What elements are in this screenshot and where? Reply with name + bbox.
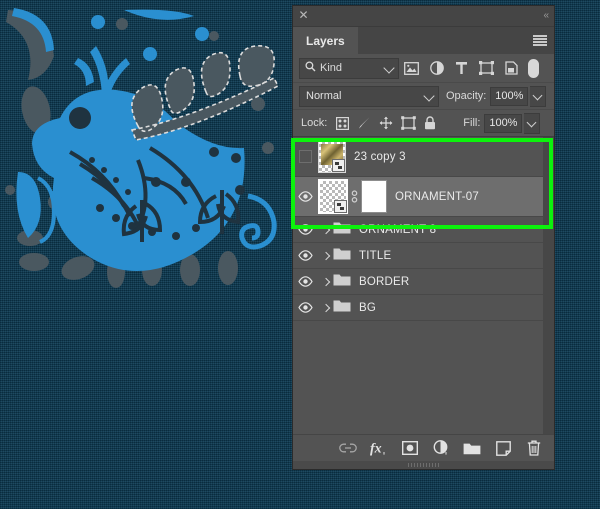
opacity-input[interactable]: 100%: [490, 86, 529, 106]
opacity-label: Opacity:: [446, 90, 487, 102]
filter-enable-toggle[interactable]: [528, 58, 539, 78]
layer-style-button[interactable]: fx: [369, 438, 389, 458]
layer-filter-bar: Kind: [293, 54, 554, 83]
visibility-toggle-visible[interactable]: [293, 243, 318, 268]
folder-icon: [333, 220, 351, 239]
folder-icon: [333, 246, 351, 265]
group-expand-arrow[interactable]: [318, 225, 333, 234]
chevron-right-icon: [321, 303, 330, 312]
fill-label: Fill:: [463, 117, 481, 129]
panel-menu-icon[interactable]: [533, 35, 547, 46]
lock-position-button[interactable]: [375, 113, 397, 133]
eye-icon: [298, 302, 313, 313]
delete-layer-button[interactable]: [524, 438, 544, 458]
svg-text:fx: fx: [370, 442, 382, 457]
link-layers-button[interactable]: [338, 438, 358, 458]
layer-row-title[interactable]: TITLE: [293, 243, 554, 269]
lock-artboard-nesting-button[interactable]: [397, 113, 419, 133]
visibility-toggle-visible[interactable]: [293, 217, 318, 242]
visibility-toggle-visible[interactable]: [293, 269, 318, 294]
lock-bar: Lock: Fill: 100%: [293, 110, 554, 137]
layer-name: BG: [359, 301, 377, 314]
panel-title-bar: ✕ «: [293, 6, 554, 27]
panel-resize-grip[interactable]: [293, 461, 554, 469]
blend-mode-value: Normal: [306, 90, 342, 102]
chevron-right-icon: [321, 225, 330, 234]
folder-icon: [333, 272, 351, 291]
chevron-down-icon: [383, 61, 395, 74]
layers-panel-toolbar: fx: [293, 434, 554, 461]
chevron-right-icon: [321, 277, 330, 286]
chevron-down-icon: [423, 89, 435, 102]
collapse-panel-icon[interactable]: «: [543, 9, 548, 22]
eye-icon: [298, 276, 313, 287]
new-layer-button[interactable]: [493, 438, 513, 458]
group-expand-arrow[interactable]: [318, 303, 333, 312]
layer-thumbnail-ornament-07[interactable]: [318, 179, 348, 214]
fill-input[interactable]: 100%: [484, 113, 523, 133]
filter-smart-objects[interactable]: [499, 57, 524, 79]
artwork-illustration: [0, 0, 296, 290]
layers-panel: ✕ « Layers Kind Normal Opacity: 100% Loc…: [293, 6, 554, 469]
eye-off-icon: [299, 150, 312, 163]
layer-name: 23 copy 3: [354, 150, 406, 163]
chevron-right-icon: [321, 251, 330, 260]
tab-layers[interactable]: Layers: [293, 27, 358, 54]
add-layer-mask-button[interactable]: [400, 438, 420, 458]
filter-kind-select[interactable]: Kind: [299, 57, 399, 79]
layer-name: ORNAMENT-07: [395, 190, 479, 203]
layer-row-ornament-07[interactable]: ORNAMENT-07: [293, 177, 554, 217]
close-icon[interactable]: ✕: [297, 9, 310, 22]
filter-kind-value: Kind: [320, 62, 343, 74]
group-expand-arrow[interactable]: [318, 277, 333, 286]
layer-row-bg[interactable]: BG: [293, 295, 554, 321]
filter-type-layers[interactable]: [449, 57, 474, 79]
visibility-toggle-visible[interactable]: [293, 177, 318, 216]
layer-row-23-copy-3[interactable]: 23 copy 3: [293, 137, 554, 177]
lock-image-pixels-button[interactable]: [353, 113, 375, 133]
lock-label: Lock:: [301, 117, 328, 129]
blend-mode-select[interactable]: Normal: [299, 85, 439, 107]
layer-name: ORNAMENT 8: [359, 223, 437, 236]
layers-scrollbar[interactable]: [543, 137, 554, 434]
filter-adjustment-layers[interactable]: [424, 57, 449, 79]
visibility-toggle-visible[interactable]: [293, 295, 318, 320]
filter-shape-layers[interactable]: [474, 57, 499, 79]
lock-all-button[interactable]: [419, 113, 441, 133]
eye-icon: [298, 250, 313, 261]
layer-row-border[interactable]: BORDER: [293, 269, 554, 295]
folder-icon: [333, 298, 351, 317]
fill-stepper[interactable]: [524, 112, 541, 134]
layer-name: TITLE: [359, 249, 392, 262]
lock-transparent-pixels-button[interactable]: [331, 113, 353, 133]
visibility-toggle-hidden[interactable]: [293, 137, 318, 176]
tab-bar-filler: [358, 27, 554, 54]
layers-list: 23 copy 3 ORNAMENT-07 ORNAMENT 8 TITLE B…: [293, 137, 554, 434]
search-icon: [305, 61, 316, 75]
layer-thumbnail-23-copy-3[interactable]: [318, 140, 346, 173]
layer-name: BORDER: [359, 275, 410, 288]
layers-list-empty-area: [293, 321, 554, 434]
panel-tab-bar: Layers: [293, 27, 554, 54]
opacity-stepper[interactable]: [530, 85, 547, 107]
filter-pixel-layers[interactable]: [399, 57, 424, 79]
layer-row-ornament-8[interactable]: ORNAMENT 8: [293, 217, 554, 243]
layer-mask-thumbnail[interactable]: [361, 180, 387, 213]
blend-mode-bar: Normal Opacity: 100%: [293, 83, 554, 110]
new-group-button[interactable]: [462, 438, 482, 458]
eye-icon: [298, 191, 313, 202]
eye-icon: [298, 224, 313, 235]
link-mask-icon[interactable]: [348, 189, 361, 204]
new-fill-adjustment-layer-button[interactable]: [431, 438, 451, 458]
group-expand-arrow[interactable]: [318, 251, 333, 260]
